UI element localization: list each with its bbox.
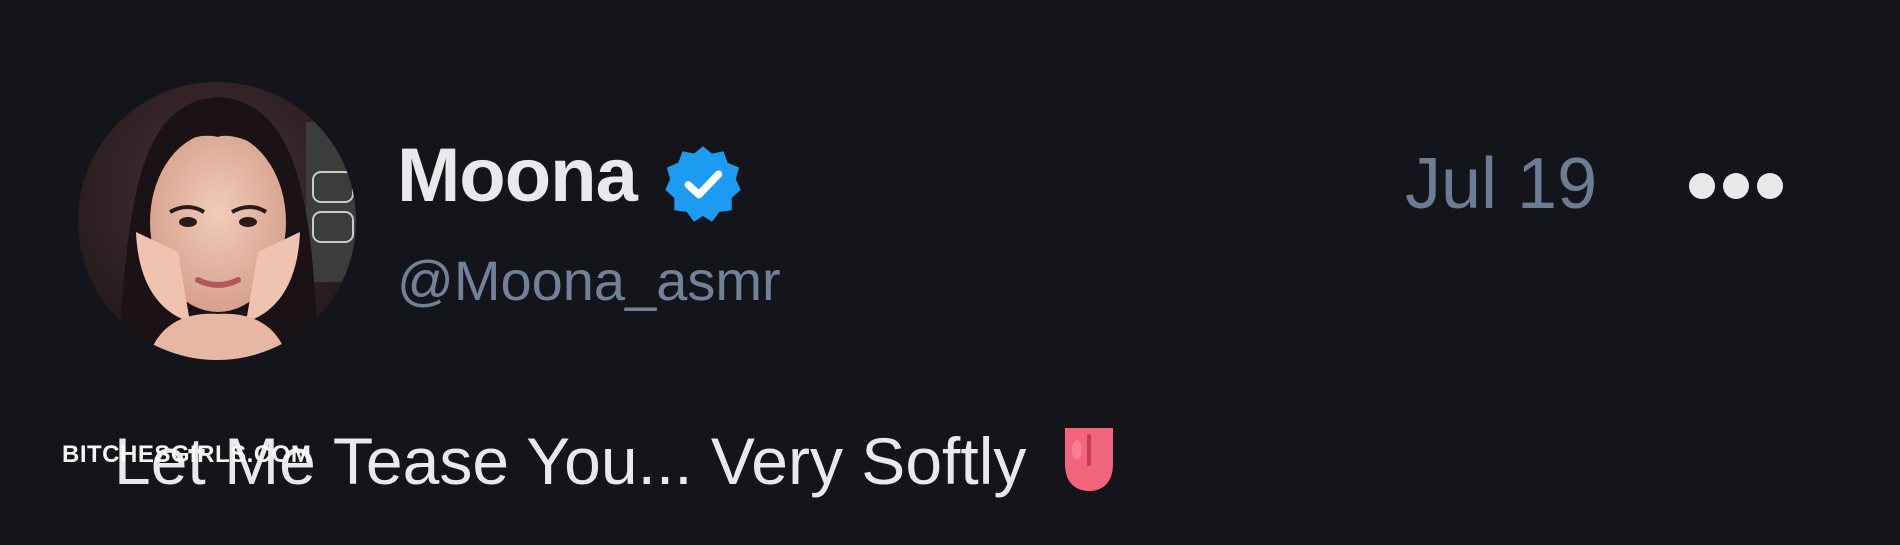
more-dots-icon[interactable]	[1688, 168, 1784, 204]
tongue-emoji-icon	[1059, 420, 1119, 492]
post-card: Moona @Moona_asmr Jul 19 Let Me Tease Yo…	[0, 0, 1900, 545]
author-handle[interactable]: @Moona_asmr	[397, 253, 781, 309]
avatar-photo	[78, 82, 356, 360]
post-date[interactable]: Jul 19	[1405, 148, 1597, 220]
verified-badge-icon	[662, 143, 744, 225]
watermark-text: BITCHESGIRLS.COM	[62, 441, 312, 468]
display-name[interactable]: Moona	[397, 138, 638, 214]
avatar[interactable]	[78, 82, 356, 360]
